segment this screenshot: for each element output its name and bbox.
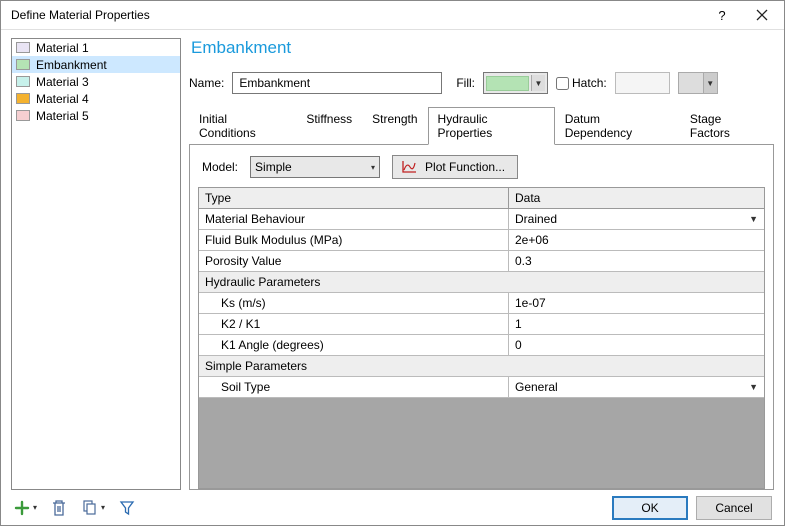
- property-tabs: Initial ConditionsStiffnessStrengthHydra…: [189, 106, 774, 145]
- plot-label: Plot Function...: [425, 160, 505, 174]
- grid-empty-area: [199, 398, 764, 488]
- fill-color-picker[interactable]: ▼: [483, 72, 548, 94]
- col-data-header: Data: [509, 188, 764, 208]
- titlebar: Define Material Properties ?: [1, 1, 784, 30]
- hatch-label: Hatch:: [572, 76, 607, 90]
- help-button[interactable]: ?: [702, 1, 742, 29]
- material-list-item[interactable]: Embankment: [12, 56, 180, 73]
- tab-stiffness[interactable]: Stiffness: [296, 107, 362, 145]
- section-label: Hydraulic Parameters: [199, 272, 764, 292]
- dialog-footer: ▾ ▾ OK Cancel: [1, 490, 784, 525]
- grid-row[interactable]: Soil TypeGeneral▼: [199, 377, 764, 398]
- plot-function-button[interactable]: Plot Function...: [392, 155, 518, 179]
- material-list-item[interactable]: Material 5: [12, 107, 180, 124]
- name-label: Name:: [189, 76, 224, 90]
- copy-material-button[interactable]: ▾: [81, 499, 105, 517]
- property-name: Soil Type: [199, 377, 509, 397]
- property-name: Ks (m/s): [199, 293, 509, 313]
- property-value[interactable]: 2e+06: [509, 230, 764, 250]
- hydraulic-panel: Model: Simple ▾ Plot Function...: [189, 145, 774, 490]
- material-list-item[interactable]: Material 1: [12, 39, 180, 56]
- chevron-down-icon: ▼: [749, 214, 758, 224]
- chevron-down-icon: ▾: [33, 503, 37, 512]
- property-value[interactable]: 1e-07: [509, 293, 764, 313]
- grid-section-header: Hydraulic Parameters: [199, 272, 764, 293]
- property-grid: Type Data Material BehaviourDrained▼Flui…: [198, 187, 765, 489]
- property-name: Fluid Bulk Modulus (MPa): [199, 230, 509, 250]
- add-material-button[interactable]: ▾: [13, 499, 37, 517]
- material-heading: Embankment: [191, 38, 774, 58]
- hatch-checkbox[interactable]: Hatch:: [556, 76, 607, 90]
- chevron-down-icon: ▼: [703, 73, 717, 93]
- grid-row[interactable]: Fluid Bulk Modulus (MPa)2e+06: [199, 230, 764, 251]
- chevron-down-icon: ▾: [101, 503, 105, 512]
- name-input[interactable]: [232, 72, 442, 94]
- cancel-button[interactable]: Cancel: [696, 496, 772, 520]
- window-title: Define Material Properties: [11, 8, 702, 22]
- material-list-item[interactable]: Material 4: [12, 90, 180, 107]
- material-swatch: [16, 93, 30, 104]
- material-list[interactable]: Material 1 Embankment Material 3 Material 4…: [11, 38, 181, 490]
- model-select[interactable]: Simple ▾: [250, 156, 380, 178]
- trash-icon: [51, 499, 67, 517]
- hatch-checkbox-input[interactable]: [556, 77, 569, 90]
- grid-section-header: Simple Parameters: [199, 356, 764, 377]
- material-swatch: [16, 59, 30, 70]
- plot-icon: [401, 160, 417, 174]
- material-name: Material 1: [36, 41, 89, 55]
- property-value[interactable]: Drained▼: [509, 209, 764, 229]
- filter-button[interactable]: [119, 499, 135, 517]
- material-name: Material 3: [36, 75, 89, 89]
- grid-row[interactable]: K1 Angle (degrees)0: [199, 335, 764, 356]
- chevron-down-icon: ▼: [531, 75, 545, 91]
- filter-icon: [119, 499, 135, 517]
- material-swatch: [16, 76, 30, 87]
- tab-datum-dependency[interactable]: Datum Dependency: [555, 107, 680, 145]
- fill-swatch: [486, 76, 529, 91]
- define-material-dialog: Define Material Properties ? Material 1 E…: [0, 0, 785, 526]
- property-name: K1 Angle (degrees): [199, 335, 509, 355]
- copy-icon: [81, 499, 99, 517]
- model-label: Model:: [202, 160, 238, 174]
- grid-row[interactable]: Ks (m/s)1e-07: [199, 293, 764, 314]
- section-label: Simple Parameters: [199, 356, 764, 376]
- hatch-pattern-select[interactable]: [615, 72, 670, 94]
- property-value[interactable]: 1: [509, 314, 764, 334]
- grid-row[interactable]: Material BehaviourDrained▼: [199, 209, 764, 230]
- tab-strength[interactable]: Strength: [362, 107, 427, 145]
- grid-header: Type Data: [199, 188, 764, 209]
- hatch-color-picker[interactable]: ▼: [678, 72, 718, 94]
- col-type-header: Type: [199, 188, 509, 208]
- material-swatch: [16, 110, 30, 121]
- property-value[interactable]: General▼: [509, 377, 764, 397]
- material-name: Material 4: [36, 92, 89, 106]
- plus-icon: [13, 499, 31, 517]
- grid-row[interactable]: Porosity Value0.3: [199, 251, 764, 272]
- material-swatch: [16, 42, 30, 53]
- tab-initial-conditions[interactable]: Initial Conditions: [189, 107, 296, 145]
- property-name: Material Behaviour: [199, 209, 509, 229]
- material-name: Material 5: [36, 109, 89, 123]
- chevron-down-icon: ▾: [371, 163, 375, 172]
- tab-hydraulic-properties[interactable]: Hydraulic Properties: [428, 107, 555, 145]
- tab-stage-factors[interactable]: Stage Factors: [680, 107, 774, 145]
- ok-button[interactable]: OK: [612, 496, 688, 520]
- chevron-down-icon: ▼: [749, 382, 758, 392]
- grid-row[interactable]: K2 / K11: [199, 314, 764, 335]
- delete-material-button[interactable]: [51, 499, 67, 517]
- material-name: Embankment: [36, 58, 107, 72]
- material-list-item[interactable]: Material 3: [12, 73, 180, 90]
- model-value: Simple: [255, 160, 292, 174]
- property-value[interactable]: 0.3: [509, 251, 764, 271]
- property-name: Porosity Value: [199, 251, 509, 271]
- fill-label: Fill:: [456, 76, 475, 90]
- close-button[interactable]: [742, 1, 782, 29]
- property-value[interactable]: 0: [509, 335, 764, 355]
- property-name: K2 / K1: [199, 314, 509, 334]
